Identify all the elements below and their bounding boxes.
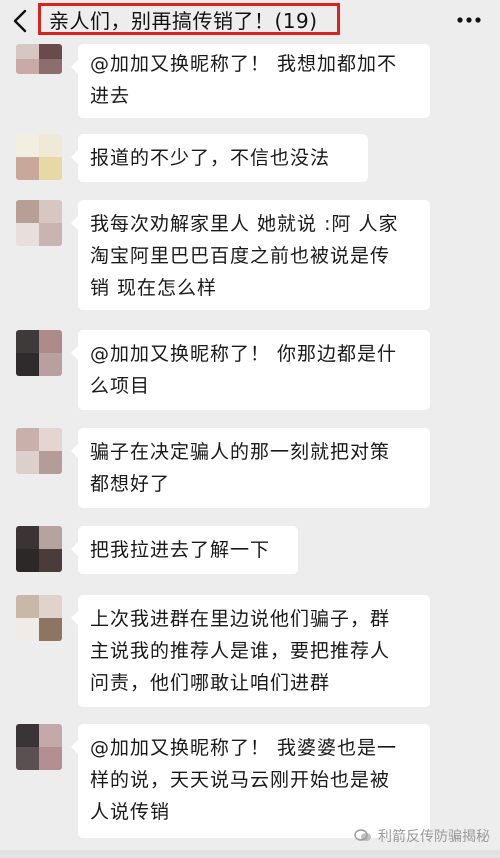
message-line: 问责，他们哪敢让咱们进群 xyxy=(90,672,331,694)
message-line: 主说我的推荐人是谁，要把推荐人 xyxy=(90,640,391,662)
message-bubble: 报道的不少了，不信也没法 xyxy=(71,134,368,182)
chat-title-highlight: 亲人们，别再搞传销了！(19) xyxy=(38,3,340,35)
message-line: 样的说，天天说马云刚开始也是被 xyxy=(90,769,391,791)
avatar[interactable] xyxy=(16,44,62,74)
message-bubble: 把我拉进去了解一下 xyxy=(71,526,298,574)
message-line: 上次我进群在里边说他们骗子，群 xyxy=(90,608,391,630)
watermark: 利箭反传防骗揭秘 xyxy=(354,826,490,846)
message-line: 销 现在怎么样 xyxy=(90,277,218,299)
message-bubble: @加加又换昵称了！ 我想加都加不 进去 xyxy=(71,44,430,118)
watermark-text: 利箭反传防骗揭秘 xyxy=(378,829,490,845)
avatar[interactable] xyxy=(16,134,62,180)
message-line: @加加又换昵称了！ 你那边都是什 xyxy=(90,343,398,365)
chevron-left-icon[interactable] xyxy=(10,8,32,34)
message-line: 进去 xyxy=(90,85,131,107)
message-line: 人说传销 xyxy=(90,801,171,823)
avatar[interactable] xyxy=(16,330,62,376)
message-line: @加加又换昵称了！ 我想加都加不 xyxy=(90,53,398,75)
message-bubble: 我每次劝解家里人 她就说 :阿 人家 淘宝阿里巴巴百度之前也被说是传 销 现在怎… xyxy=(71,200,430,310)
message-bubble: @加加又换昵称了！ 我婆婆也是一 样的说，天天说马云刚开始也是被 人说传销 xyxy=(71,724,430,838)
message-line: 都想好了 xyxy=(90,473,171,495)
wechat-channel-icon xyxy=(354,829,371,841)
avatar[interactable] xyxy=(16,724,62,770)
input-bar-edge xyxy=(0,850,500,858)
chat-header: 亲人们，别再搞传销了！(19) xyxy=(0,0,500,42)
message-bubble: 上次我进群在里边说他们骗子，群 主说我的推荐人是谁，要把推荐人 问责，他们哪敢让… xyxy=(71,595,430,707)
message-bubble: @加加又换昵称了！ 你那边都是什 么项目 xyxy=(71,330,430,410)
message-line: 淘宝阿里巴巴百度之前也被说是传 xyxy=(90,245,391,267)
message-line: @加加又换昵称了！ 我婆婆也是一 xyxy=(90,737,398,759)
avatar[interactable] xyxy=(16,595,62,641)
avatar[interactable] xyxy=(16,526,62,572)
message-line: 我每次劝解家里人 她就说 :阿 人家 xyxy=(90,213,399,235)
avatar[interactable] xyxy=(16,200,62,246)
chat-title: 亲人们，别再搞传销了！(19) xyxy=(49,8,318,33)
more-dots-icon[interactable] xyxy=(456,16,482,24)
message-line: 么项目 xyxy=(90,375,151,397)
message-bubble: 骗子在决定骗人的那一刻就把对策 都想好了 xyxy=(71,428,430,508)
message-line: 报道的不少了，不信也没法 xyxy=(90,147,331,169)
avatar[interactable] xyxy=(16,428,62,474)
message-line: 把我拉进去了解一下 xyxy=(90,539,271,561)
message-line: 骗子在决定骗人的那一刻就把对策 xyxy=(90,441,391,463)
